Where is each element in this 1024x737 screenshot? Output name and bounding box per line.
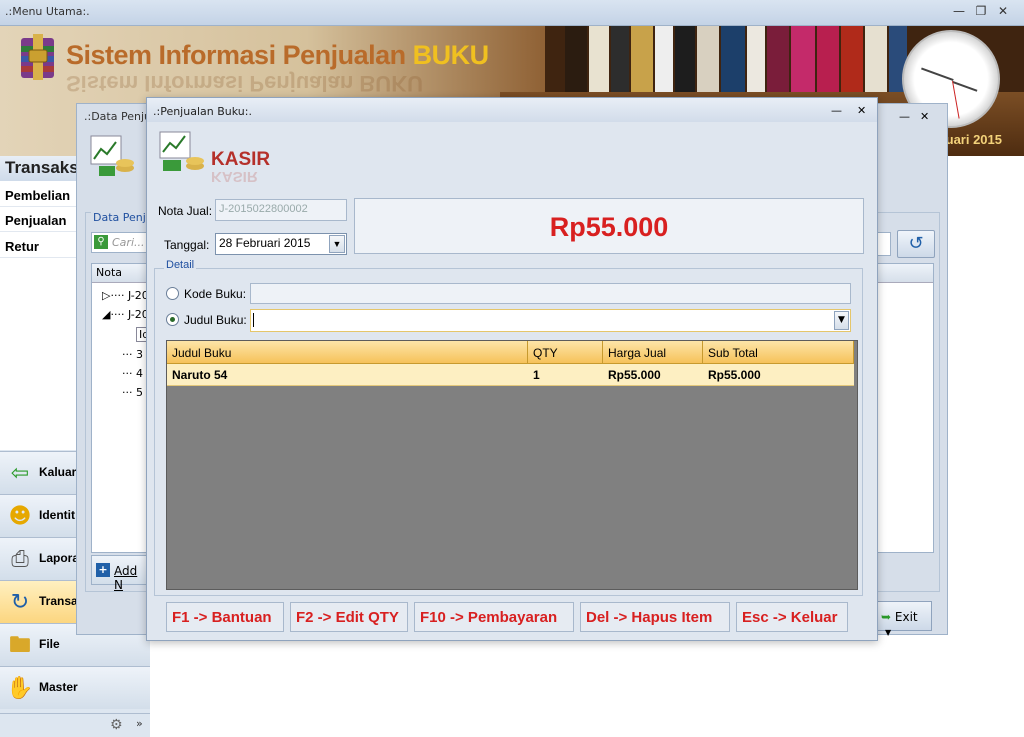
add-nota-button[interactable]: + Add N: [91, 555, 151, 592]
exit-button[interactable]: ➥ Exit ▼: [874, 601, 932, 637]
table-row[interactable]: Naruto 54 1 Rp55.000 Rp55.000: [167, 364, 854, 386]
minimize-icon[interactable]: —: [831, 104, 842, 117]
tree-item[interactable]: ··· 4: [122, 367, 143, 380]
text-cursor: [253, 313, 254, 327]
cash-register-icon: [159, 131, 204, 171]
chevron-down-icon: ▼: [885, 628, 892, 637]
kasir-heading-reflection: KASIR: [211, 168, 258, 185]
judul-buku-label: Judul Buku:: [184, 313, 247, 327]
cell-sub-total: Rp55.000: [708, 368, 761, 382]
search-icon: ⚲: [94, 235, 108, 249]
restore-icon[interactable]: ❐: [973, 5, 989, 19]
column-header-judul-buku[interactable]: Judul Buku: [167, 341, 528, 364]
kasir-titlebar: .:Penjualan Buku:. — ✕: [147, 98, 877, 122]
plus-icon: +: [96, 563, 110, 577]
sidebar-footer: ⚙ »: [0, 713, 150, 737]
refresh-icon: ↺: [908, 233, 924, 254]
chevron-down-icon[interactable]: ▼: [329, 235, 345, 253]
exit-door-icon: ⇦: [10, 461, 30, 486]
main-window-title: .:Menu Utama:.: [5, 5, 90, 18]
f1-help-button[interactable]: F1 -> Bantuan: [166, 602, 284, 632]
refresh-button[interactable]: ↺: [897, 230, 935, 258]
tanggal-value: 28 Februari 2015: [219, 236, 311, 250]
nota-jual-label: Nota Jual:: [158, 204, 213, 218]
tree-item[interactable]: ··· 3: [122, 348, 143, 361]
close-icon[interactable]: ✕: [995, 5, 1011, 19]
tree-item[interactable]: ··· 5: [122, 386, 143, 399]
kode-buku-label: Kode Buku:: [184, 287, 247, 301]
items-grid-header: Judul Buku QTY Harga Jual Sub Total: [167, 341, 854, 364]
minimize-icon[interactable]: —: [951, 5, 967, 19]
kasir-dialog: .:Penjualan Buku:. — ✕ KASIR KASIR Nota …: [146, 97, 878, 641]
tanggal-label: Tanggal:: [164, 238, 210, 252]
minimize-icon[interactable]: —: [899, 110, 910, 123]
cell-judul-buku: Naruto 54: [172, 368, 228, 382]
nav-identitas-label: Identit: [39, 508, 75, 522]
kode-buku-radio[interactable]: [166, 287, 179, 300]
main-titlebar: .:Menu Utama:. — ❐ ✕: [0, 0, 1024, 26]
chevron-more-icon[interactable]: »: [136, 717, 143, 730]
detail-group-label: Detail: [164, 259, 197, 271]
kode-buku-field[interactable]: [250, 283, 851, 304]
nav-laporan-label: Lapora: [39, 551, 80, 565]
column-header-harga-jual[interactable]: Harga Jual: [603, 341, 703, 364]
nota-jual-field[interactable]: J-2015022800002: [215, 199, 347, 221]
nav-transaksi-label: Transa: [39, 594, 78, 608]
nav-file-label: File: [39, 637, 60, 651]
printer-icon: ⎙: [11, 547, 29, 572]
judul-buku-radio[interactable]: [166, 313, 179, 326]
tanggal-date-picker[interactable]: 28 Februari 2015 ▼: [215, 233, 347, 255]
app-title-reflection: Sistem Informasi Penjualan BUKU: [66, 71, 423, 96]
nav-kaluar-label: Kaluar: [39, 465, 77, 479]
search-input[interactable]: ⚲ Cari...: [91, 232, 151, 253]
refresh-arrows-icon: ↻: [10, 590, 30, 615]
f10-payment-button[interactable]: F10 -> Pembayaran: [414, 602, 574, 632]
nav-master-label: Master: [39, 680, 78, 694]
close-icon[interactable]: ✕: [857, 104, 866, 117]
f2-edit-qty-button[interactable]: F2 -> Edit QTY: [290, 602, 408, 632]
chevron-down-icon[interactable]: ▼: [834, 311, 849, 330]
close-icon[interactable]: ✕: [920, 110, 929, 123]
exit-label: Exit: [894, 610, 918, 624]
gear-icon[interactable]: ⚙: [110, 717, 123, 733]
cell-harga-jual: Rp55.000: [608, 368, 661, 382]
app-logo-icon: [21, 34, 54, 80]
column-header-qty[interactable]: QTY: [528, 341, 603, 364]
banner-date: uari 2015: [945, 132, 1002, 147]
total-panel: Rp55.000: [354, 198, 864, 254]
data-chart-icon: [90, 135, 134, 176]
exit-icon: ➥: [881, 610, 892, 624]
column-header-sub-total[interactable]: Sub Total: [703, 341, 854, 364]
del-remove-item-button[interactable]: Del -> Hapus Item: [580, 602, 730, 632]
cell-qty: 1: [533, 368, 540, 382]
smiley-icon: ☻: [8, 504, 32, 529]
esc-exit-button[interactable]: Esc -> Keluar: [736, 602, 848, 632]
add-nota-label: Add N: [114, 564, 138, 592]
judul-buku-combobox[interactable]: ▼: [250, 309, 851, 332]
app-title: Sistem Informasi Penjualan BUKU: [66, 40, 489, 70]
folder-icon: 🖿: [8, 633, 31, 658]
data-penjualan-title: .:Data Penju: [84, 110, 151, 123]
hand-icon: ✋: [6, 676, 34, 701]
total-amount: Rp55.000: [549, 212, 669, 242]
search-placeholder: Cari...: [112, 236, 145, 249]
items-grid: Judul Buku QTY Harga Jual Sub Total Naru…: [166, 340, 858, 590]
nav-master[interactable]: ✋ Master: [0, 666, 150, 709]
kasir-window-title: .:Penjualan Buku:.: [153, 105, 252, 118]
